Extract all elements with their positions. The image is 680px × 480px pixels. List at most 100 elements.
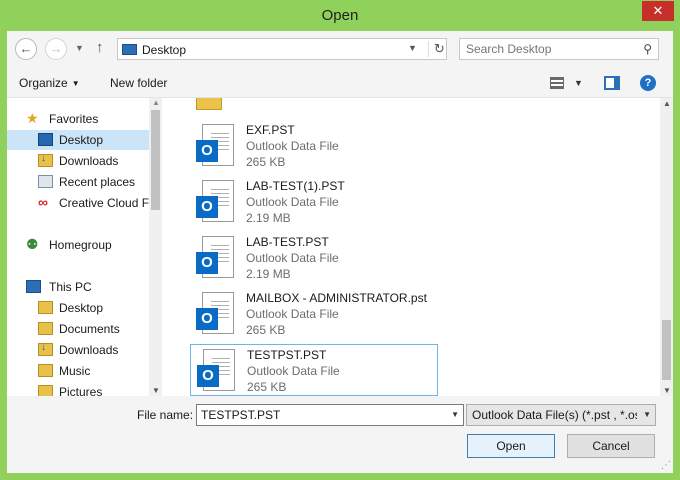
nav-item-label: Documents bbox=[59, 322, 120, 336]
downloads-folder-icon bbox=[38, 342, 53, 356]
nav-item-documents[interactable]: Documents bbox=[7, 319, 149, 339]
refresh-button[interactable]: ↻ bbox=[428, 41, 445, 57]
chevron-down-icon: ▼ bbox=[71, 79, 80, 88]
file-type: Outlook Data File bbox=[246, 307, 339, 321]
file-type: Outlook Data File bbox=[246, 139, 339, 153]
chevron-down-icon: ▼ bbox=[643, 410, 651, 419]
nav-item-downloads[interactable]: Downloads bbox=[7, 151, 149, 171]
organize-button[interactable]: Organize ▼ bbox=[19, 76, 80, 90]
dialog-title: Open bbox=[321, 7, 359, 24]
desktop-icon bbox=[122, 44, 137, 55]
outlook-data-file-icon: O bbox=[196, 236, 236, 280]
file-type: Outlook Data File bbox=[247, 364, 340, 378]
file-item[interactable]: O LAB-TEST(1).PST Outlook Data File 2.19… bbox=[190, 176, 438, 228]
nav-item-favorites[interactable]: ★ Favorites bbox=[7, 109, 149, 129]
desktop-folder-icon bbox=[38, 301, 53, 314]
music-folder-icon bbox=[38, 364, 53, 377]
nav-item-music[interactable]: Music bbox=[7, 361, 149, 381]
file-item[interactable]: O MAILBOX - ADMINISTRATOR.pst Outlook Da… bbox=[190, 288, 438, 340]
file-item[interactable]: O EXF.PST Outlook Data File 265 KB bbox=[190, 120, 438, 172]
file-list-pane[interactable]: O EXF.PST Outlook Data File 265 KB O LAB… bbox=[162, 97, 673, 396]
address-location[interactable]: Desktop bbox=[142, 43, 186, 57]
preview-pane-button[interactable] bbox=[604, 76, 620, 90]
nav-pane-scrollbar[interactable]: ▲ ▼ bbox=[149, 98, 162, 396]
back-arrow-icon: ← bbox=[19, 41, 33, 56]
desktop-icon bbox=[38, 133, 53, 146]
close-button[interactable]: ✕ bbox=[642, 1, 674, 21]
recent-locations-dropdown[interactable]: ▼ bbox=[75, 43, 84, 53]
navigation-pane[interactable]: ★ Favorites Desktop Downloads Recent pla… bbox=[7, 97, 162, 396]
command-bar: Organize ▼ New folder ▼ ? bbox=[7, 69, 673, 97]
open-button[interactable]: Open bbox=[467, 434, 555, 458]
nav-item-label: Homegroup bbox=[49, 238, 112, 252]
outlook-data-file-icon: O bbox=[197, 349, 237, 393]
nav-scrollbar-thumb[interactable] bbox=[151, 110, 160, 210]
nav-item-pc-desktop[interactable]: Desktop bbox=[7, 298, 149, 318]
homegroup-icon: ⚉ bbox=[26, 236, 39, 252]
search-box[interactable]: ⚲ bbox=[459, 38, 659, 60]
nav-item-label: This PC bbox=[49, 280, 92, 294]
file-size: 265 KB bbox=[246, 323, 286, 337]
file-name: MAILBOX - ADMINISTRATOR.pst bbox=[246, 291, 427, 305]
nav-item-label: Desktop bbox=[59, 301, 104, 315]
nav-item-pc-downloads[interactable]: Downloads bbox=[7, 340, 149, 360]
chevron-down-icon[interactable]: ▼ bbox=[451, 410, 459, 419]
address-bar[interactable]: Desktop ▼ ↻ bbox=[117, 38, 447, 60]
outlook-data-file-icon: O bbox=[196, 124, 236, 168]
view-options-dropdown[interactable]: ▼ bbox=[574, 78, 583, 88]
nav-item-pictures[interactable]: Pictures bbox=[7, 382, 149, 396]
change-view-button[interactable] bbox=[550, 77, 564, 89]
search-input[interactable] bbox=[466, 42, 626, 56]
scroll-down-icon[interactable]: ▼ bbox=[663, 386, 671, 395]
search-icon[interactable]: ⚲ bbox=[643, 42, 652, 56]
forward-button[interactable]: → bbox=[45, 38, 67, 60]
downloads-folder-icon bbox=[38, 153, 53, 167]
help-button[interactable]: ? bbox=[640, 75, 656, 91]
file-size: 265 KB bbox=[246, 155, 286, 169]
file-type-filter[interactable]: Outlook Data File(s) (*.pst , *.os ▼ bbox=[466, 404, 656, 426]
nav-item-label: Desktop bbox=[59, 133, 104, 147]
up-one-level-button[interactable]: ↑ bbox=[96, 39, 104, 56]
documents-folder-icon bbox=[38, 322, 53, 335]
nav-item-desktop[interactable]: Desktop bbox=[7, 130, 149, 150]
file-size: 2.19 MB bbox=[246, 211, 291, 225]
file-scrollbar-thumb[interactable] bbox=[662, 320, 671, 380]
organize-label: Organize bbox=[19, 76, 68, 90]
file-name: EXF.PST bbox=[246, 123, 295, 137]
resize-grip-icon[interactable]: ⋰ bbox=[661, 460, 671, 471]
file-size: 2.19 MB bbox=[246, 267, 291, 281]
star-icon: ★ bbox=[26, 110, 39, 126]
new-folder-button[interactable]: New folder bbox=[110, 76, 167, 90]
nav-item-label: Downloads bbox=[59, 343, 119, 357]
file-item[interactable]: O LAB-TEST.PST Outlook Data File 2.19 MB bbox=[190, 232, 438, 284]
outlook-data-file-icon: O bbox=[196, 180, 236, 224]
address-history-dropdown[interactable]: ▼ bbox=[408, 43, 417, 53]
creative-cloud-icon: ∞ bbox=[38, 194, 48, 210]
folder-icon[interactable] bbox=[196, 98, 222, 110]
file-item-selected[interactable]: O TESTPST.PST Outlook Data File 265 KB bbox=[190, 344, 438, 396]
nav-item-creative-cloud[interactable]: ∞ Creative Cloud Fi bbox=[7, 193, 149, 213]
scroll-down-icon[interactable]: ▼ bbox=[152, 386, 160, 395]
file-name-label: File name: bbox=[137, 408, 194, 422]
computer-icon bbox=[26, 280, 41, 293]
scroll-up-icon[interactable]: ▲ bbox=[152, 98, 160, 107]
refresh-icon: ↻ bbox=[434, 41, 445, 56]
file-name-combobox[interactable]: ▼ bbox=[196, 404, 464, 426]
pictures-folder-icon bbox=[38, 385, 53, 396]
file-list-scrollbar[interactable]: ▲ ▼ bbox=[660, 98, 673, 396]
nav-item-homegroup[interactable]: ⚉ Homegroup bbox=[7, 235, 149, 255]
open-dialog: Open ✕ ← → ▼ ↑ Desktop ▼ ↻ ⚲ Organize▼ N… bbox=[0, 0, 680, 480]
nav-item-label: Favorites bbox=[49, 112, 99, 126]
close-icon: ✕ bbox=[652, 3, 664, 18]
back-button[interactable]: ← bbox=[15, 38, 37, 60]
cancel-button[interactable]: Cancel bbox=[567, 434, 655, 458]
scroll-up-icon[interactable]: ▲ bbox=[663, 99, 671, 108]
nav-item-label: Recent places bbox=[59, 175, 136, 189]
file-name: LAB-TEST.PST bbox=[246, 235, 329, 249]
nav-item-label: Creative Cloud Fi bbox=[59, 196, 149, 210]
nav-item-this-pc[interactable]: This PC bbox=[7, 277, 149, 297]
file-name-input[interactable] bbox=[201, 408, 441, 422]
nav-item-recent-places[interactable]: Recent places bbox=[7, 172, 149, 192]
dialog-client-area: ← → ▼ ↑ Desktop ▼ ↻ ⚲ Organize▼ New fold… bbox=[7, 31, 673, 473]
title-bar[interactable]: Open ✕ bbox=[0, 0, 680, 32]
